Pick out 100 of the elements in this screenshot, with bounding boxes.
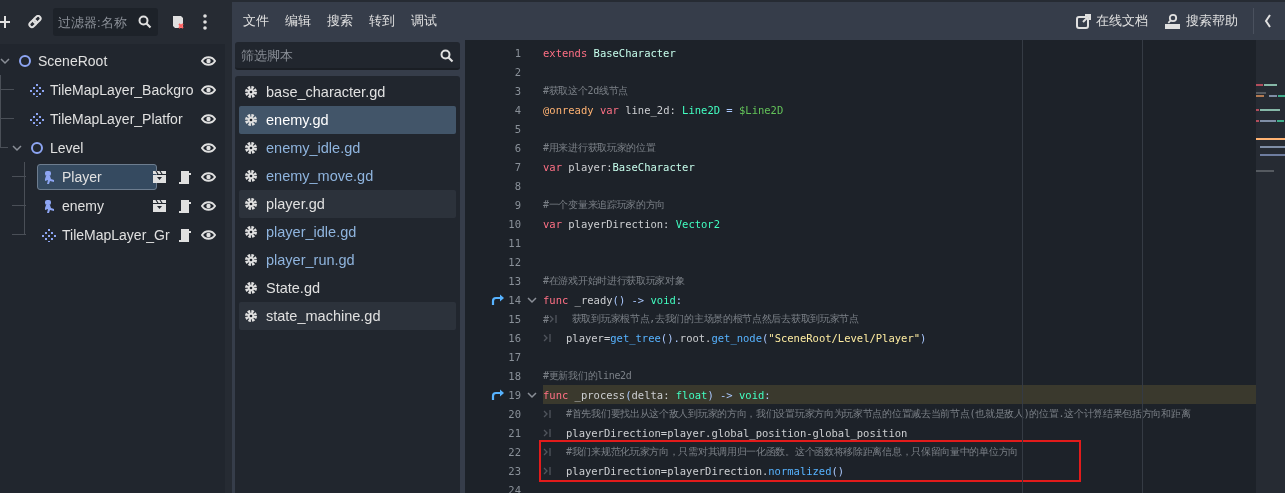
tree-item[interactable]: Level xyxy=(25,134,89,161)
add-icon[interactable] xyxy=(0,16,10,28)
tree-item[interactable]: Player xyxy=(37,163,157,190)
menu-item[interactable]: 调试 xyxy=(406,8,442,34)
code-text: func _process(delta: float) -> void: xyxy=(543,388,771,401)
code-text: @onready var line_2d: Line2D = $Line2D xyxy=(543,103,784,116)
line-number: 18 xyxy=(507,369,521,382)
filter-field[interactable]: 过滤器:名称 xyxy=(53,8,158,36)
line-number: 3 xyxy=(513,84,521,97)
line-number: 12 xyxy=(507,255,521,268)
eye-icon[interactable] xyxy=(201,82,216,97)
tab-marker-icon xyxy=(543,408,552,419)
gear-icon xyxy=(244,197,258,211)
line-number: 4 xyxy=(513,103,521,116)
script-item[interactable]: base_character.gd xyxy=(239,78,456,106)
line-number: 9 xyxy=(513,198,521,211)
gear-icon xyxy=(244,113,258,127)
code-text: var playerDirection: Vector2 xyxy=(543,217,721,230)
menu-item[interactable]: 搜索 xyxy=(322,8,358,34)
script-item[interactable]: enemy.gd xyxy=(239,106,456,134)
code-text: playerDirection=player.global_position-global_position xyxy=(566,426,908,439)
menu-item[interactable]: 文件 xyxy=(238,8,274,34)
tree-item[interactable]: TileMapLayer_Gr xyxy=(37,221,175,248)
code-text: var player:BaseCharacter xyxy=(543,160,695,173)
chevron-down-icon[interactable] xyxy=(527,294,537,305)
script-icon[interactable] xyxy=(177,169,191,184)
line-number: 21 xyxy=(507,426,521,439)
script-remove-icon[interactable] xyxy=(170,15,184,29)
script-item[interactable]: player_run.gd xyxy=(239,246,456,274)
line-number: 14 xyxy=(507,293,521,306)
line-number: 16 xyxy=(507,331,521,344)
eye-icon[interactable] xyxy=(201,227,216,242)
line-number: 5 xyxy=(513,122,521,135)
line-number: 2 xyxy=(513,65,521,78)
code-text: #在游戏开始时进行获取玩家对象 xyxy=(543,273,685,288)
figure-icon xyxy=(42,198,56,213)
line-number: 15 xyxy=(507,312,521,325)
search-icon xyxy=(138,15,152,29)
line-number: 17 xyxy=(507,350,521,363)
eye-icon[interactable] xyxy=(201,198,216,213)
code-text: #获取这个2d线节点 xyxy=(543,83,629,98)
code-text: #用来进行获取玩家的位置 xyxy=(543,140,656,155)
eye-icon[interactable] xyxy=(201,140,216,155)
filter-field[interactable]: 筛选脚本 xyxy=(235,42,460,70)
link-icon[interactable] xyxy=(28,15,42,29)
code-text: func _ready() -> void: xyxy=(543,293,683,306)
line-number: 6 xyxy=(513,141,521,154)
tree-item[interactable]: TileMapLayer_Platfor xyxy=(25,105,188,132)
help-link[interactable]: 搜索帮助 xyxy=(1159,8,1243,34)
tree-item[interactable]: enemy xyxy=(37,192,110,219)
tab-marker-icon xyxy=(543,465,552,476)
script-item[interactable]: enemy_move.gd xyxy=(239,162,456,190)
line-number: 8 xyxy=(513,179,521,192)
gear-icon xyxy=(244,225,258,239)
code-text: #一个变量来追踪玩家的方向 xyxy=(543,197,666,212)
chevron-down-icon[interactable] xyxy=(0,55,10,66)
line-number: 10 xyxy=(507,217,521,230)
circle-icon xyxy=(18,53,32,68)
clapperboard-icon[interactable] xyxy=(152,198,167,213)
code-text: #更新我们的line2d xyxy=(543,368,632,383)
eye-icon[interactable] xyxy=(201,111,216,126)
line-number: 1 xyxy=(513,46,521,59)
script-item[interactable]: player.gd xyxy=(239,190,456,218)
code-text: 获取到玩家根节点,去我们的主场景的根节点然后去获取到玩家节点 xyxy=(571,311,859,326)
code-text: # xyxy=(543,312,549,325)
line-number: 11 xyxy=(507,236,521,249)
script-item[interactable]: state_machine.gd xyxy=(239,302,456,330)
grid-icon xyxy=(30,82,44,97)
script-icon[interactable] xyxy=(177,198,191,213)
chevron-down-icon[interactable] xyxy=(527,389,537,400)
tree-item[interactable]: TileMapLayer_Backgro xyxy=(25,76,199,103)
line-number: 19 xyxy=(507,388,521,401)
external-link-icon xyxy=(1076,13,1091,29)
gear-icon xyxy=(244,141,258,155)
tree-item[interactable]: SceneRoot xyxy=(13,47,113,74)
gear-icon xyxy=(244,253,258,267)
code-text: player=get_tree().root.get_node("SceneRoot/Level/Player") xyxy=(566,331,927,344)
eye-icon[interactable] xyxy=(201,53,216,68)
code-text: extends BaseCharacter xyxy=(543,46,676,59)
script-item[interactable]: player_idle.gd xyxy=(239,218,456,246)
menu-item[interactable]: 编辑 xyxy=(280,8,316,34)
gear-icon xyxy=(244,309,258,323)
gear-icon xyxy=(244,281,258,295)
line-number: 24 xyxy=(507,483,521,493)
grid-icon xyxy=(30,111,44,126)
code-text: #我们来规范化玩家方向，只需对其调用归一化函数。这个函数将移除距离信息，只保留向量中的单位方向 xyxy=(566,444,1018,459)
grid-icon xyxy=(42,227,56,242)
help-link[interactable]: 在线文档 xyxy=(1071,8,1153,34)
menu-item[interactable]: 转到 xyxy=(364,8,400,34)
figure-icon xyxy=(42,169,56,184)
script-item[interactable]: enemy_idle.gd xyxy=(239,134,456,162)
clapperboard-icon[interactable] xyxy=(152,169,167,184)
gear-icon xyxy=(244,85,258,99)
script-icon[interactable] xyxy=(177,227,191,242)
eye-icon[interactable] xyxy=(201,169,216,184)
script-item[interactable]: State.gd xyxy=(239,274,456,302)
menu-icon[interactable] xyxy=(203,14,207,30)
chevron-down-icon[interactable] xyxy=(12,142,22,153)
chevron-left-icon[interactable] xyxy=(1263,13,1273,29)
circle-icon xyxy=(30,140,44,155)
